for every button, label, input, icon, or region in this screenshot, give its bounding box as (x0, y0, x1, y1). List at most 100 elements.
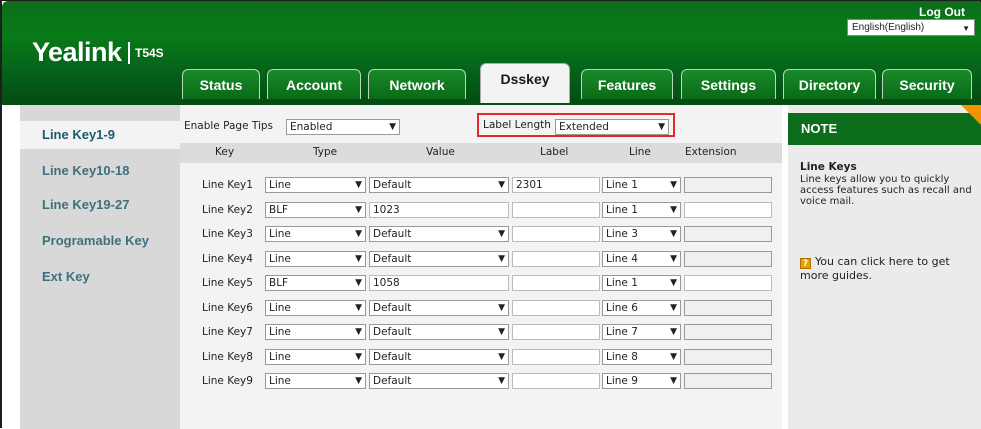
sidebar-item-line-key1-9[interactable]: Line Key1-9 (20, 121, 183, 149)
sidebar-item-programable-key[interactable]: Programable Key (20, 227, 180, 255)
extension-input[interactable] (684, 202, 772, 218)
label-length-select[interactable]: Extended ▼ (555, 119, 669, 135)
tab-directory[interactable]: Directory (783, 69, 876, 99)
type-select[interactable]: Line ▼ (265, 251, 366, 267)
table-row: Line Key5 BLF ▼ 1058 Line 1 ▼ (180, 273, 782, 293)
line-select[interactable]: Line 9 ▼ (602, 373, 681, 389)
page-tips-select[interactable]: Enabled ▼ (286, 119, 400, 135)
value-select[interactable]: Default ▼ (369, 324, 509, 340)
extension-input (684, 226, 772, 242)
table-row: Line Key7 Line ▼ Default ▼ Line 7 ▼ (180, 322, 782, 342)
line-select-value: Line 1 (606, 277, 638, 289)
line-select-value: Line 4 (606, 253, 638, 265)
value-select[interactable]: Default ▼ (369, 373, 509, 389)
question-icon: ? (800, 258, 811, 269)
table-row: Line Key1 Line ▼ Default ▼ 2301 Line 1 ▼ (180, 175, 782, 195)
type-select-value: Line (269, 179, 291, 191)
value-select[interactable]: Default ▼ (369, 251, 509, 267)
tab-security[interactable]: Security (882, 69, 972, 99)
chevron-down-icon: ▼ (498, 303, 505, 313)
key-name: Line Key9 (202, 375, 253, 387)
value-select-value: Default (373, 253, 412, 265)
note-corner-tab (961, 105, 981, 127)
value-select-value: Default (373, 302, 412, 314)
chevron-down-icon: ▼ (658, 122, 665, 132)
line-select[interactable]: Line 3 ▼ (602, 226, 681, 242)
label-length-value: Extended (559, 121, 609, 133)
tab-status[interactable]: Status (182, 69, 260, 99)
value-select[interactable]: Default ▼ (369, 226, 509, 242)
line-select[interactable]: Line 1 ▼ (602, 202, 681, 218)
label-input[interactable] (512, 275, 600, 291)
value-input[interactable]: 1023 (369, 202, 509, 218)
value-select-value: Default (373, 351, 412, 363)
line-select[interactable]: Line 8 ▼ (602, 349, 681, 365)
type-select[interactable]: Line ▼ (265, 226, 366, 242)
table-row: Line Key4 Line ▼ Default ▼ Line 4 ▼ (180, 249, 782, 269)
value-select-value: Default (373, 179, 412, 191)
label-input[interactable]: 2301 (512, 177, 600, 193)
key-name: Line Key8 (202, 351, 253, 363)
tab-settings[interactable]: Settings (681, 69, 776, 99)
table-row: Line Key3 Line ▼ Default ▼ Line 3 ▼ (180, 224, 782, 244)
value-select[interactable]: Default ▼ (369, 300, 509, 316)
line-select[interactable]: Line 7 ▼ (602, 324, 681, 340)
tab-network[interactable]: Network (368, 69, 466, 99)
col-type: Type (313, 146, 338, 158)
guide-link[interactable]: ? You can click here to get more guides. (800, 255, 978, 282)
sidebar-item-line-key19-27[interactable]: Line Key19-27 (20, 191, 180, 219)
type-select-value: Line (269, 228, 291, 240)
line-select[interactable]: Line 1 ▼ (602, 275, 681, 291)
value-input[interactable]: 1058 (369, 275, 509, 291)
key-name: Line Key1 (202, 179, 253, 191)
col-value: Value (426, 146, 455, 158)
line-select[interactable]: Line 6 ▼ (602, 300, 681, 316)
line-select[interactable]: Line 1 ▼ (602, 177, 681, 193)
label-input[interactable] (512, 349, 600, 365)
note-panel: NOTE Line Keys Line keys allow you to qu… (788, 105, 981, 429)
type-select[interactable]: BLF ▼ (265, 202, 366, 218)
chevron-down-icon: ▼ (355, 229, 362, 239)
chevron-down-icon: ▼ (498, 229, 505, 239)
tab-features[interactable]: Features (581, 69, 673, 99)
line-select-value: Line 7 (606, 326, 638, 338)
label-input[interactable] (512, 202, 600, 218)
sidebar-item-ext-key[interactable]: Ext Key (20, 263, 180, 291)
chevron-down-icon: ▼ (355, 327, 362, 337)
type-select[interactable]: Line ▼ (265, 349, 366, 365)
language-select[interactable]: English(English) ▼ (847, 19, 975, 36)
key-name: Line Key3 (202, 228, 253, 240)
extension-input (684, 177, 772, 193)
label-input[interactable] (512, 324, 600, 340)
chevron-down-icon: ▼ (670, 376, 677, 386)
type-select-value: Line (269, 253, 291, 265)
type-select-value: BLF (269, 277, 289, 289)
value-select-value: Default (373, 228, 412, 240)
type-select[interactable]: Line ▼ (265, 373, 366, 389)
tab-dsskey[interactable]: Dsskey (480, 63, 570, 103)
chevron-down-icon: ▼ (355, 254, 362, 264)
chevron-down-icon: ▼ (355, 278, 362, 288)
value-select[interactable]: Default ▼ (369, 177, 509, 193)
label-input[interactable] (512, 373, 600, 389)
tab-account[interactable]: Account (267, 69, 361, 99)
label-input-value: 2301 (516, 179, 543, 191)
chevron-down-icon: ▼ (355, 352, 362, 362)
type-select[interactable]: Line ▼ (265, 300, 366, 316)
language-value: English(English) (852, 22, 925, 33)
chevron-down-icon: ▼ (355, 303, 362, 313)
sidebar-item-line-key10-18[interactable]: Line Key10-18 (20, 157, 180, 185)
label-input[interactable] (512, 226, 600, 242)
type-select[interactable]: Line ▼ (265, 177, 366, 193)
type-select[interactable]: Line ▼ (265, 324, 366, 340)
table-row: Line Key8 Line ▼ Default ▼ Line 8 ▼ (180, 347, 782, 367)
chevron-down-icon: ▼ (670, 327, 677, 337)
line-select[interactable]: Line 4 ▼ (602, 251, 681, 267)
label-input[interactable] (512, 251, 600, 267)
type-select[interactable]: BLF ▼ (265, 275, 366, 291)
label-input[interactable] (512, 300, 600, 316)
chevron-down-icon: ▼ (670, 254, 677, 264)
extension-input[interactable] (684, 275, 772, 291)
value-select[interactable]: Default ▼ (369, 349, 509, 365)
logout-link[interactable]: Log Out (919, 5, 965, 19)
